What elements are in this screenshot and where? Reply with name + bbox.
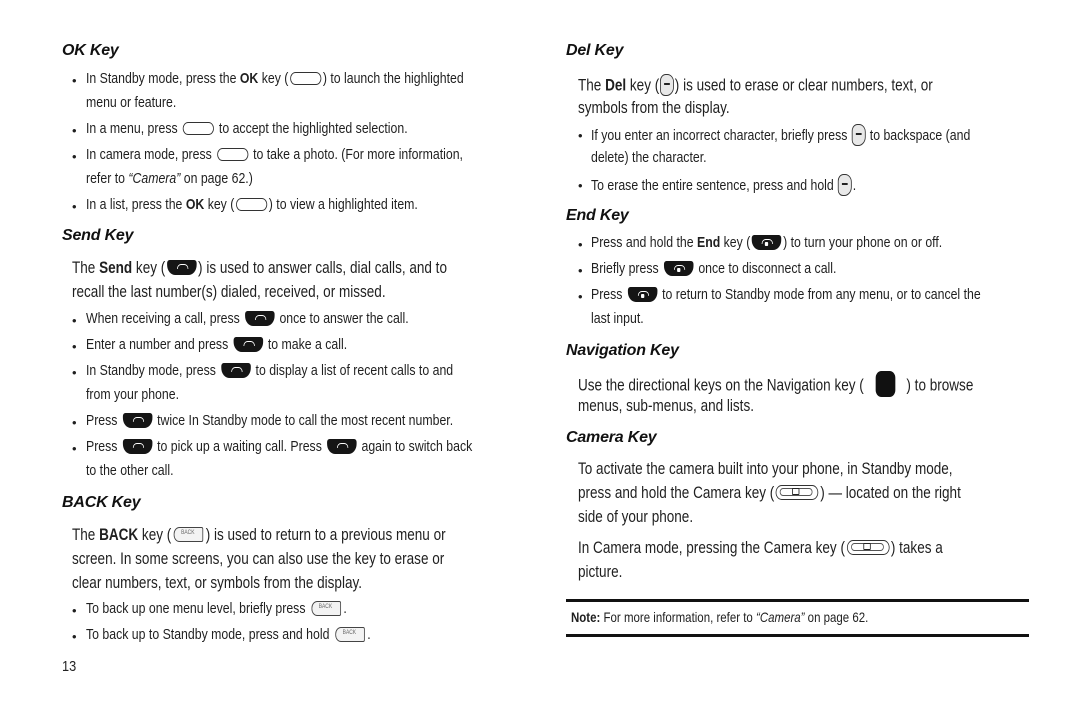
ok-key-icon xyxy=(216,147,249,161)
note-text: Note: For more information, refer to “Ca… xyxy=(571,609,869,625)
bullet: • xyxy=(72,313,77,328)
send-bullet-2: Enter a number and press to make a call. xyxy=(86,336,348,353)
camera-mode-paragraph: In Camera mode, pressing the Camera key … xyxy=(578,539,943,557)
bullet: • xyxy=(72,629,77,644)
back-paragraph-line-3: clear numbers, text, or symbols from the… xyxy=(72,574,362,592)
ok-bullet-3: In camera mode, press to take a photo. (… xyxy=(86,146,463,163)
bullet: • xyxy=(72,603,77,618)
end-key-icon xyxy=(663,260,694,276)
send-key-heading: Send Key xyxy=(62,227,134,244)
send-paragraph-cont: recall the last number(s) dialed, receiv… xyxy=(72,283,386,301)
camera-mode-paragraph-cont: picture. xyxy=(578,563,623,581)
camera-key-icon xyxy=(846,540,890,556)
del-bullet-1: If you enter an incorrect character, bri… xyxy=(591,124,970,147)
send-key-icon xyxy=(122,438,153,454)
back-key-icon xyxy=(311,600,341,616)
end-bullet-1: Press and hold the End key () to turn yo… xyxy=(591,234,943,251)
del-paragraph-cont: symbols from the display. xyxy=(578,99,730,117)
del-key-heading: Del Key xyxy=(566,42,624,59)
bullet: • xyxy=(72,73,77,88)
send-bullet-4: Press twice In Standby mode to call the … xyxy=(86,412,454,429)
end-bullet-2: Briefly press once to disconnect a call. xyxy=(591,260,837,277)
bullet: • xyxy=(72,441,77,456)
del-paragraph: The Del key () is used to erase or clear… xyxy=(578,74,933,97)
bullet: • xyxy=(578,178,583,193)
bullet: • xyxy=(72,339,77,354)
send-bullet-5: Press to pick up a waiting call. Press a… xyxy=(86,438,473,455)
ok-bullet-3-cont: refer to “Camera” on page 62.) xyxy=(86,170,253,187)
camera-key-icon xyxy=(775,485,819,501)
end-key-icon xyxy=(627,286,658,302)
back-paragraph-line-1: The BACK key () is used to return to a p… xyxy=(72,526,446,545)
bullet: • xyxy=(578,289,583,304)
camera-paragraph-line-2: press and hold the Camera key () — locat… xyxy=(578,484,961,502)
back-paragraph-line-2: screen. In some screens, you can also us… xyxy=(72,550,445,568)
del-key-icon xyxy=(851,124,866,146)
send-key-icon xyxy=(122,412,153,428)
send-key-icon xyxy=(233,336,263,352)
nav-paragraph: Use the directional keys on the Navigati… xyxy=(578,371,973,399)
send-bullet-5-cont: to the other call. xyxy=(86,462,174,479)
bullet: • xyxy=(578,128,583,143)
send-key-icon xyxy=(220,362,251,378)
end-bullet-3-cont: last input. xyxy=(591,310,644,327)
bullet: • xyxy=(72,149,77,164)
end-key-heading: End Key xyxy=(566,207,629,224)
ok-key-icon xyxy=(290,71,322,85)
back-key-icon xyxy=(335,626,365,642)
note-bottom-rule xyxy=(566,634,1029,637)
send-key-icon xyxy=(244,310,275,326)
bullet: • xyxy=(72,415,77,430)
camera-paragraph-line-1: To activate the camera built into your p… xyxy=(578,460,953,478)
page-number: 13 xyxy=(62,658,77,675)
ok-key-icon xyxy=(182,121,214,135)
ok-key-icon xyxy=(235,197,268,211)
send-key-icon xyxy=(326,438,357,454)
ok-bullet-4: In a list, press the OK key () to view a… xyxy=(86,196,418,213)
send-paragraph: The Send key () is used to answer calls,… xyxy=(72,259,447,277)
back-key-heading: BACK Key xyxy=(62,494,141,511)
del-key-icon xyxy=(837,174,852,196)
bullet: • xyxy=(578,237,583,252)
send-bullet-1: When receiving a call, press once to ans… xyxy=(86,310,409,327)
bullet: • xyxy=(72,199,77,214)
ok-bullet-1: In Standby mode, press the OK key () to … xyxy=(86,70,464,87)
send-key-icon xyxy=(166,260,197,276)
del-bullet-2: To erase the entire sentence, press and … xyxy=(591,174,856,197)
camera-reference-link[interactable]: “Camera” xyxy=(756,609,804,625)
back-bullet-1: To back up one menu level, briefly press… xyxy=(86,600,347,617)
send-bullet-3: In Standby mode, press to display a list… xyxy=(86,362,454,379)
del-bullet-1-cont: delete) the character. xyxy=(591,149,707,166)
navigation-key-icon xyxy=(875,371,895,397)
back-bullet-2: To back up to Standby mode, press and ho… xyxy=(86,626,371,643)
camera-reference-link[interactable]: “Camera” xyxy=(128,170,180,187)
navigation-key-heading: Navigation Key xyxy=(566,342,679,359)
ok-bullet-2: In a menu, press to accept the highlight… xyxy=(86,120,408,137)
ok-bullet-1-cont: menu or feature. xyxy=(86,94,177,111)
bullet: • xyxy=(72,123,77,138)
end-bullet-3: Press to return to Standby mode from any… xyxy=(591,286,981,303)
bullet: • xyxy=(72,365,77,380)
bullet: • xyxy=(578,263,583,278)
back-key-icon xyxy=(173,527,204,543)
end-key-icon xyxy=(751,234,782,250)
send-bullet-3-cont: from your phone. xyxy=(86,386,179,403)
note-top-rule xyxy=(566,599,1029,602)
nav-paragraph-cont: menus, sub-menus, and lists. xyxy=(578,397,754,415)
ok-key-heading: OK Key xyxy=(62,42,119,59)
del-key-icon xyxy=(660,74,674,96)
camera-paragraph-line-3: side of your phone. xyxy=(578,508,694,526)
camera-key-heading: Camera Key xyxy=(566,429,657,446)
